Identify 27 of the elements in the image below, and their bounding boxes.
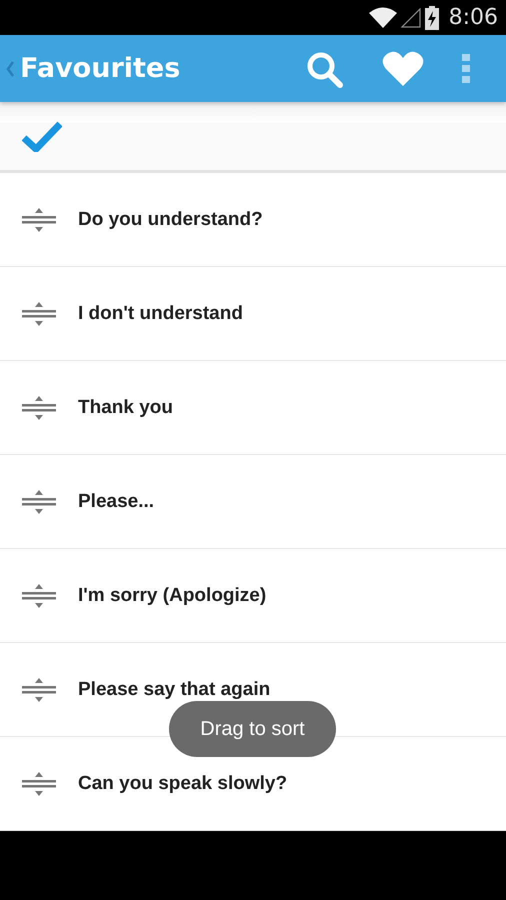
toast-message: Drag to sort xyxy=(169,701,336,757)
signal-icon xyxy=(400,8,421,28)
drag-handle-icon[interactable] xyxy=(22,582,56,608)
wifi-icon xyxy=(368,6,397,28)
drag-handle-icon[interactable] xyxy=(22,394,56,420)
phrase-text: Thank you xyxy=(78,396,174,418)
clock-time: 8:06 xyxy=(448,5,498,30)
phrase-text: Please say that again xyxy=(78,678,270,700)
drag-handle-icon[interactable] xyxy=(22,770,56,796)
drag-handle-icon[interactable] xyxy=(22,300,56,326)
phrase-text: I don't understand xyxy=(78,302,243,324)
chevron-left-icon xyxy=(6,60,14,76)
phrase-row[interactable]: Do you understand? xyxy=(0,173,506,267)
drag-handle-icon[interactable] xyxy=(22,206,56,232)
checkmark-icon[interactable] xyxy=(22,120,62,152)
phrase-text: Do you understand? xyxy=(78,208,263,230)
phrase-row[interactable]: I don't understand xyxy=(0,267,506,361)
drag-handle-icon[interactable] xyxy=(22,488,56,514)
heart-icon[interactable] xyxy=(382,50,424,86)
phrase-text: I'm sorry (Apologize) xyxy=(78,584,266,606)
phrase-row[interactable]: Thank you xyxy=(0,361,506,455)
battery-icon xyxy=(424,6,439,30)
drag-handle-icon[interactable] xyxy=(22,676,56,702)
phrase-text: Please... xyxy=(78,490,154,512)
phrase-text: Can you speak slowly? xyxy=(78,772,288,794)
phrase-row[interactable]: Please... xyxy=(0,455,506,549)
phrase-row[interactable]: I'm sorry (Apologize) xyxy=(0,549,506,643)
